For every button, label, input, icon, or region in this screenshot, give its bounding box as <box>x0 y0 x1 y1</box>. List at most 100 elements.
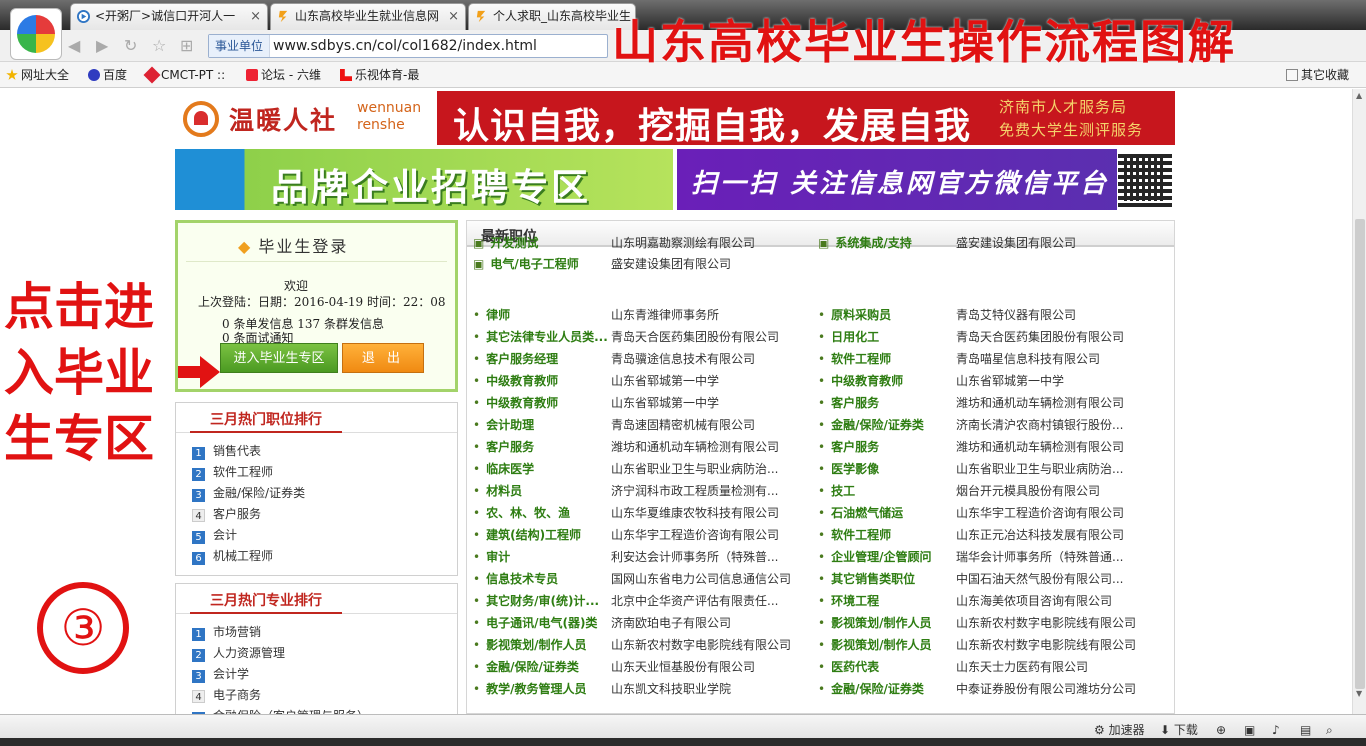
accelerator[interactable]: ⚙ 加速器 <box>1094 721 1145 739</box>
job-cell[interactable]: • 律师 山东青潍律师事务所 <box>473 305 719 325</box>
job-cell[interactable]: • 医学影像 山东省职业卫生与职业病防治... <box>818 459 1123 479</box>
favorite-star-icon[interactable]: ☆ <box>152 37 166 55</box>
job-position[interactable]: 原料采购员 <box>831 308 891 322</box>
hot-major-item[interactable]: 4 电子商务 <box>192 685 457 706</box>
scroll-up-icon[interactable]: ▲ <box>1356 91 1362 100</box>
job-cell[interactable]: • 中级教育教师 山东省郓城第一中学 <box>473 393 719 413</box>
job-position[interactable]: 教学/教务管理人员 <box>486 682 586 696</box>
job-cell[interactable]: • 技工 烟台开元模具股份有限公司 <box>818 481 1100 501</box>
job-company[interactable]: 济南欧珀电子有限公司 <box>611 613 731 633</box>
hot-major-item[interactable]: 2 人力资源管理 <box>192 643 457 664</box>
job-company[interactable]: 青岛喵星信息科技有限公司 <box>956 349 1100 369</box>
job-position[interactable]: 金融/保险/证券类 <box>486 660 579 674</box>
job-position[interactable]: 中级教育教师 <box>486 374 558 388</box>
job-cell[interactable]: • 其它销售类职位 中国石油天然气股份有限公司... <box>818 569 1123 589</box>
job-company[interactable]: 中国石油天然气股份有限公司... <box>956 569 1123 589</box>
back-icon[interactable]: ◀ <box>68 37 80 55</box>
job-company[interactable]: 山东华宇工程造价咨询有限公司 <box>611 525 779 545</box>
hot-job-item[interactable]: 5 会计 <box>192 525 457 546</box>
job-cell[interactable]: • 客户服务 潍坊和通机动车辆检测有限公司 <box>473 437 779 457</box>
job-company[interactable]: 北京中企华资产评估有限责任... <box>611 591 778 611</box>
bookmark-5[interactable]: 乐视体育-最 <box>340 67 419 83</box>
job-company[interactable]: 盛安建设集团有限公司 <box>956 233 1076 253</box>
job-company[interactable]: 山东正元冶达科技发展有限公司 <box>956 525 1124 545</box>
job-cell[interactable]: • 审计 利安达会计师事务所（特殊普... <box>473 547 778 567</box>
job-company[interactable]: 利安达会计师事务所（特殊普... <box>611 547 778 567</box>
enter-graduate-zone-button[interactable]: 进入毕业生专区 <box>220 343 338 373</box>
job-position[interactable]: 企业管理/企管顾问 <box>831 550 931 564</box>
job-position[interactable]: 影视策划/制作人员 <box>486 638 586 652</box>
job-position[interactable]: 影视策划/制作人员 <box>831 616 931 630</box>
job-position[interactable]: 中级教育教师 <box>486 396 558 410</box>
tab-1[interactable]: <开粥厂>诚信口开河人一 × <box>70 3 268 30</box>
job-cell[interactable]: • 石油燃气储运 山东华宇工程造价咨询有限公司 <box>818 503 1124 523</box>
job-cell[interactable]: • 其它法律专业人员类... 青岛天合医药集团股份有限公司 <box>473 327 779 347</box>
job-cell[interactable]: ▣ 系统集成/支持 盛安建设集团有限公司 <box>818 233 1076 253</box>
apps-grid-icon[interactable]: ⊞ <box>180 37 193 55</box>
job-cell[interactable]: • 金融/保险/证券类 中泰证券股份有限公司潍坊分公司 <box>818 679 1136 699</box>
job-company[interactable]: 山东新农村数字电影院线有限公司 <box>611 635 791 655</box>
job-cell[interactable]: • 环境工程 山东海美侬项目咨询有限公司 <box>818 591 1112 611</box>
forward-icon[interactable]: ▶ <box>96 37 108 55</box>
address-url[interactable]: www.sdbys.cn/col/col1682/index.html <box>273 35 537 57</box>
job-company[interactable]: 山东省职业卫生与职业病防治... <box>956 459 1123 479</box>
tab-1-close-icon[interactable]: × <box>250 4 261 29</box>
scroll-thumb[interactable] <box>1355 219 1365 689</box>
job-cell[interactable]: • 中级教育教师 山东省郓城第一中学 <box>473 371 719 391</box>
job-cell[interactable]: • 金融/保险/证券类 山东天业恒基股份有限公司 <box>473 657 755 677</box>
job-position[interactable]: 其它财务/审(统)计... <box>486 594 599 608</box>
job-cell[interactable]: • 材料员 济宁润科市政工程质量检测有... <box>473 481 778 501</box>
hot-major-item[interactable]: 5金融保险（客户管理与服务） <box>192 706 457 714</box>
job-company[interactable]: 山东新农村数字电影院线有限公司 <box>956 613 1136 633</box>
job-cell[interactable]: ▣ 开发测试 山东明嘉勘察测绘有限公司 <box>473 233 755 253</box>
zoom-icon[interactable]: ⌕ <box>1326 721 1333 739</box>
job-position[interactable]: 软件工程师 <box>831 352 891 366</box>
vertical-scrollbar[interactable]: ▲ ▼ <box>1352 89 1366 714</box>
job-company[interactable]: 国网山东省电力公司信息通信公司 <box>611 569 791 589</box>
wechat-banner[interactable]: 扫一扫 关注信息网官方微信平台 <box>677 149 1117 210</box>
job-cell[interactable]: • 建筑(结构)工程师 山东华宇工程造价咨询有限公司 <box>473 525 779 545</box>
job-company[interactable]: 潍坊和通机动车辆检测有限公司 <box>956 393 1124 413</box>
job-cell[interactable]: • 影视策划/制作人员 山东新农村数字电影院线有限公司 <box>818 613 1136 633</box>
job-position[interactable]: 会计助理 <box>486 418 534 432</box>
job-position[interactable]: 医学影像 <box>831 462 879 476</box>
job-cell[interactable]: • 影视策划/制作人员 山东新农村数字电影院线有限公司 <box>473 635 791 655</box>
job-company[interactable]: 山东明嘉勘察测绘有限公司 <box>611 233 755 253</box>
hot-job-item[interactable]: 6 机械工程师 <box>192 546 457 567</box>
job-company[interactable]: 山东凯文科技职业学院 <box>611 679 731 699</box>
job-cell[interactable]: • 客户服务 潍坊和通机动车辆检测有限公司 <box>818 393 1124 413</box>
job-cell[interactable]: • 其它财务/审(统)计... 北京中企华资产评估有限责任... <box>473 591 778 611</box>
job-position[interactable]: 金融/保险/证券类 <box>831 418 924 432</box>
qr-code-icon[interactable] <box>1118 151 1172 207</box>
add-icon[interactable]: ⊕ <box>1216 721 1226 739</box>
job-company[interactable]: 盛安建设集团有限公司 <box>611 254 731 274</box>
job-position[interactable]: 技工 <box>831 484 855 498</box>
job-cell[interactable]: • 影视策划/制作人员 山东新农村数字电影院线有限公司 <box>818 635 1136 655</box>
job-cell[interactable]: • 软件工程师 山东正元冶达科技发展有限公司 <box>818 525 1124 545</box>
slogan-banner[interactable]: 认识自我，挖掘自我，发展自我 济南市人才服务局 免费大学生测评服务 <box>437 91 1175 147</box>
job-position[interactable]: 客户服务 <box>831 440 879 454</box>
job-company[interactable]: 山东天业恒基股份有限公司 <box>611 657 755 677</box>
job-cell[interactable]: • 中级教育教师 山东省郓城第一中学 <box>818 371 1064 391</box>
job-position[interactable]: 其它法律专业人员类... <box>486 330 608 344</box>
job-company[interactable]: 中泰证券股份有限公司潍坊分公司 <box>956 679 1136 699</box>
brand-zone-banner[interactable]: 品牌企业招聘专区 <box>175 149 673 210</box>
job-position[interactable]: 农、林、牧、渔 <box>486 506 570 520</box>
job-company[interactable]: 青岛骥途信息技术有限公司 <box>611 349 755 369</box>
job-position[interactable]: 审计 <box>486 550 510 564</box>
screen-icon[interactable]: ▤ <box>1300 721 1311 739</box>
job-cell[interactable]: • 农、林、牧、渔 山东华夏维康农牧科技有限公司 <box>473 503 779 523</box>
address-chip[interactable]: 事业单位 <box>209 35 271 57</box>
job-position[interactable]: 客户服务经理 <box>486 352 558 366</box>
hot-job-item[interactable]: 4 客户服务 <box>192 504 457 525</box>
job-position[interactable]: 建筑(结构)工程师 <box>486 528 581 542</box>
job-position[interactable]: 临床医学 <box>486 462 534 476</box>
job-cell[interactable]: • 原料采购员 青岛艾特仪器有限公司 <box>818 305 1076 325</box>
job-cell[interactable]: • 教学/教务管理人员 山东凯文科技职业学院 <box>473 679 731 699</box>
job-company[interactable]: 烟台开元模具股份有限公司 <box>956 481 1100 501</box>
job-company[interactable]: 山东新农村数字电影院线有限公司 <box>956 635 1136 655</box>
job-company[interactable]: 山东华夏维康农牧科技有限公司 <box>611 503 779 523</box>
job-position[interactable]: 客户服务 <box>831 396 879 410</box>
hot-job-item[interactable]: 1 销售代表 <box>192 441 457 462</box>
job-cell[interactable]: • 客户服务经理 青岛骥途信息技术有限公司 <box>473 349 755 369</box>
